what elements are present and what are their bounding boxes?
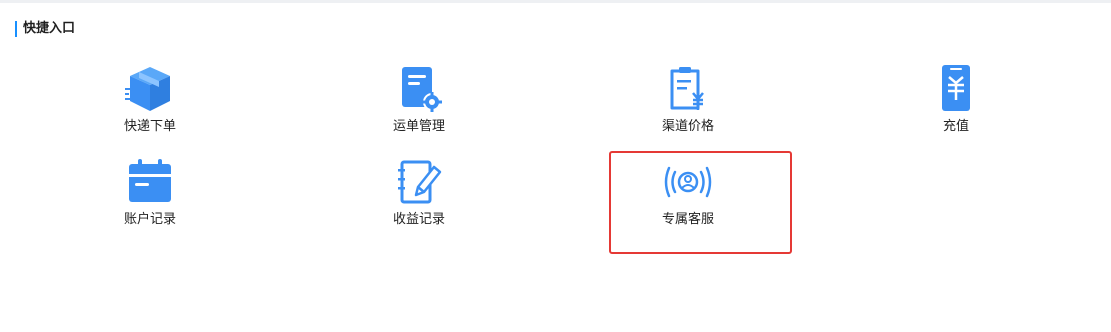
waybill-settings-icon <box>394 64 444 114</box>
highlight-box <box>609 151 792 254</box>
calendar-icon <box>125 157 175 207</box>
section-header: 快捷入口 <box>15 20 75 38</box>
tile-label: 收益记录 <box>392 212 445 227</box>
section-accent-bar <box>15 21 17 37</box>
tile-channel-price[interactable]: 渠道价格 <box>618 64 758 150</box>
notebook-pen-icon <box>394 157 444 207</box>
tile-recharge[interactable]: 充值 <box>886 64 1026 150</box>
tile-label: 账户记录 <box>123 212 176 227</box>
tile-account-records[interactable]: 账户记录 <box>80 157 220 243</box>
box-icon <box>125 64 175 114</box>
phone-recharge-icon <box>931 64 981 114</box>
price-list-icon <box>663 64 713 114</box>
tile-label: 充值 <box>942 119 969 134</box>
section-title: 快捷入口 <box>23 21 76 36</box>
tile-express-order[interactable]: 快递下单 <box>80 64 220 150</box>
tile-label: 渠道价格 <box>661 119 714 134</box>
tile-waybill-management[interactable]: 运单管理 <box>349 64 489 150</box>
tile-earnings-records[interactable]: 收益记录 <box>349 157 489 243</box>
top-divider <box>0 0 1111 3</box>
tile-label: 快递下单 <box>123 119 176 134</box>
tile-label: 运单管理 <box>392 119 445 134</box>
